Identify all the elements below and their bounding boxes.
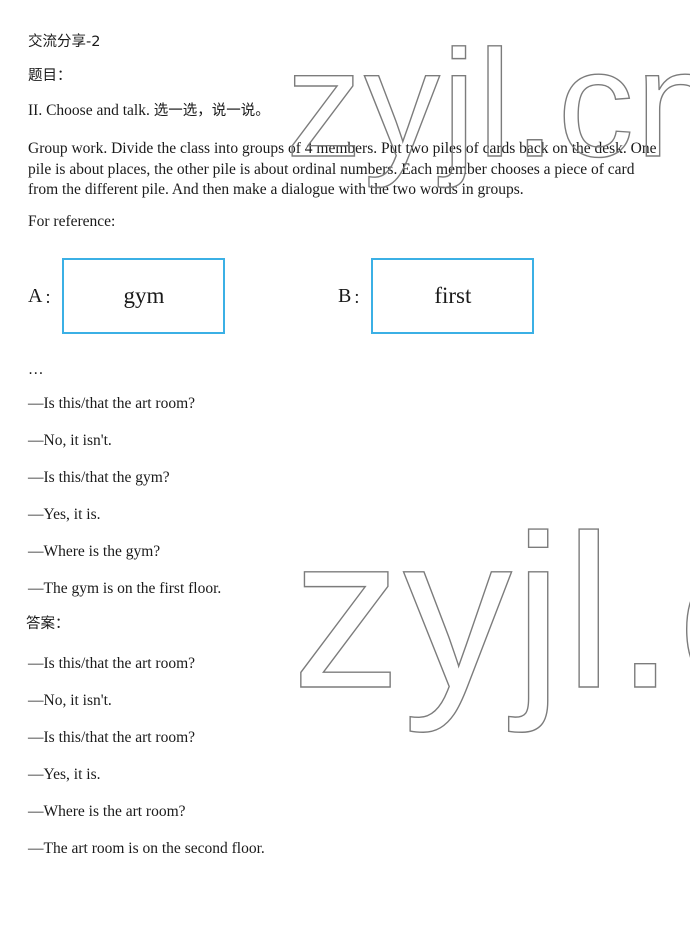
reference-line-4: —Yes, it is.: [28, 506, 101, 523]
answer-line-0: —Is this/that the art room?: [28, 655, 196, 672]
card-a-letter: A: [28, 285, 43, 307]
answer-label: 答案：: [26, 616, 70, 632]
instruction-chinese: 选一选，说一说。: [153, 103, 270, 119]
card-a-word: gym: [123, 283, 165, 308]
answer-line-4: —Where is the art room?: [28, 803, 186, 820]
answer-line-2: —Is this/that the art room?: [28, 729, 196, 746]
reference-line-3: —Is this/that the gym?: [28, 469, 170, 486]
card-box-a[interactable]: gym: [62, 258, 226, 334]
answer-line-1: —No, it isn't.: [28, 692, 112, 709]
reference-line-0: …: [28, 361, 45, 378]
answer-line-5: —The art room is on the second floor.: [28, 840, 265, 857]
card-b-word: first: [434, 283, 472, 308]
reference-line-5: —Where is the gym?: [28, 543, 161, 560]
page-title: 交流分享-2: [28, 34, 101, 50]
word-card-row: A ： gym B ： first: [0, 258, 690, 338]
prompt-label: 题目：: [28, 68, 72, 84]
for-reference-label: For reference:: [28, 213, 116, 230]
card-group-b: B ： first: [338, 258, 535, 334]
reference-line-2: —No, it isn't.: [28, 432, 112, 449]
document-page: 交流分享-2 题目： II. Choose and talk. 选一选，说一说。…: [0, 0, 690, 951]
reference-line-1: —Is this/that the art room?: [28, 395, 196, 412]
reference-line-6: —The gym is on the first floor.: [28, 580, 222, 597]
task-description-paragraph: Group work. Divide the class into groups…: [28, 140, 657, 198]
card-box-b[interactable]: first: [371, 258, 535, 334]
instruction-english: II. Choose and talk.: [28, 102, 154, 119]
card-a-colon: ：: [44, 291, 59, 307]
instruction-line: II. Choose and talk. 选一选，说一说。: [28, 101, 270, 121]
card-group-a: A ： gym: [28, 258, 226, 334]
card-b-colon: ：: [353, 291, 368, 307]
answer-line-3: —Yes, it is.: [28, 766, 101, 783]
card-b-letter: B: [338, 285, 352, 307]
